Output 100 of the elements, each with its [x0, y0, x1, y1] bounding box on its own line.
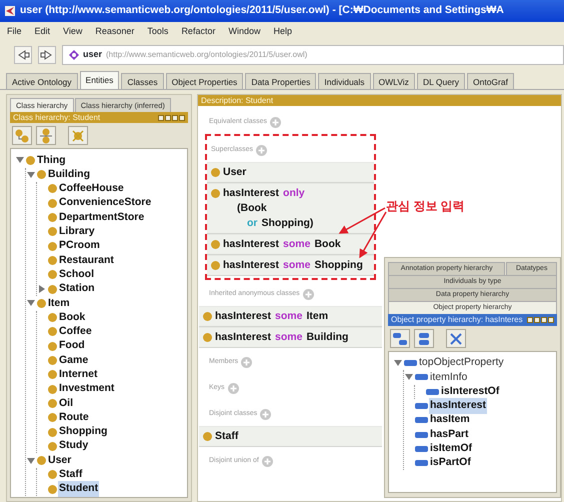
class-expression-row[interactable]: User [207, 162, 374, 183]
menu-item[interactable]: Edit [34, 25, 50, 39]
property-icon [415, 417, 428, 424]
add-subclass-button[interactable] [12, 126, 32, 146]
expression-text: (Book [236, 201, 268, 216]
class-expression-row[interactable]: hasInterest some Building [199, 327, 382, 348]
property-icon [404, 360, 417, 366]
tree-item[interactable]: topObjectProperty [418, 355, 505, 372]
add-sibling-button[interactable] [414, 329, 434, 348]
add-sibling-button[interactable] [36, 126, 56, 146]
add-sibling-icon [38, 128, 54, 144]
property-icon [415, 460, 428, 466]
tab[interactable]: DL Query [416, 73, 465, 89]
collapsed-arrow-icon[interactable] [38, 285, 46, 294]
expanded-arrow-icon[interactable] [405, 373, 413, 382]
tree-item[interactable]: User [47, 452, 72, 469]
tree-item[interactable]: isItemOf [429, 441, 474, 457]
expanded-arrow-icon[interactable] [27, 456, 35, 465]
menu-item[interactable]: Tools [147, 25, 168, 39]
add-subproperty-button[interactable] [390, 329, 410, 348]
annotation-label: 관심 정보 입력 [386, 198, 465, 215]
tree-item[interactable]: Coffee [58, 324, 93, 340]
tree-item[interactable]: Restaurant [58, 252, 115, 268]
tree-item[interactable]: DepartmentStore [58, 210, 146, 226]
tree-item[interactable]: hasItem [429, 412, 471, 428]
expression-text: hasInterest some Item [215, 309, 328, 324]
class-icon [203, 432, 212, 441]
menu-item[interactable]: Window [228, 25, 260, 39]
tab[interactable]: Individuals [318, 73, 371, 89]
class-expression-row[interactable]: hasInterest only (Book or Shopping) [207, 183, 374, 234]
class-expression-row[interactable]: hasInterest some Item [199, 306, 382, 327]
class-expression-row[interactable]: hasInterest some Shopping [207, 255, 374, 276]
delete-icon [70, 128, 86, 144]
tree-item[interactable]: Student [58, 481, 100, 497]
menu-item[interactable]: Refactor [181, 25, 216, 39]
forward-button[interactable] [38, 46, 56, 64]
tab[interactable]: Object Properties [166, 73, 244, 89]
expression-text: User [223, 165, 246, 180]
tab[interactable]: Active Ontology [6, 73, 78, 89]
tab[interactable]: OntoGraf [467, 73, 514, 89]
expanded-arrow-icon[interactable] [16, 156, 24, 164]
tree-item[interactable]: Oil [58, 396, 74, 412]
ontology-iri-field[interactable]: user (http://www.semanticweb.org/ontologies/2011/5/user.owl) [62, 45, 564, 65]
delete-icon [448, 330, 464, 346]
tree-item[interactable]: Book [58, 310, 86, 326]
expression-text: hasInterest some Shopping [223, 258, 363, 273]
ontology-iri: (http://www.semanticweb.org/ontologies/2011/5/user.owl) [106, 49, 308, 61]
tree-item[interactable]: PCroom [58, 238, 101, 254]
expression-text: or Shopping) [246, 216, 314, 231]
tree-item[interactable]: CoffeeHouse [58, 181, 125, 197]
property-icon [426, 388, 439, 395]
tab[interactable]: OWLViz [372, 73, 415, 89]
tree-item[interactable]: Station [58, 281, 96, 297]
tree-item[interactable]: isPartOf [429, 455, 472, 472]
tree-item[interactable]: hasPart [429, 426, 470, 443]
tree-item[interactable]: Item [47, 296, 71, 312]
tree-item[interactable]: Game [58, 352, 90, 368]
expanded-arrow-icon[interactable] [27, 170, 35, 179]
menu-item[interactable]: Help [273, 25, 292, 39]
tree-item[interactable]: Route [58, 410, 90, 426]
tree-item[interactable]: Library [58, 224, 96, 240]
menu-item[interactable]: View [63, 25, 82, 39]
class-icon [203, 333, 212, 342]
ontology-icon [69, 50, 79, 60]
back-button[interactable] [14, 46, 32, 64]
tree-item[interactable]: Thing [36, 152, 67, 168]
panel-title: Object property hierarchy: hasInteres [391, 314, 523, 326]
class-expression-row[interactable]: hasInterest some Book [207, 234, 374, 255]
window-buttons-icon[interactable] [527, 314, 554, 326]
expanded-arrow-icon[interactable] [394, 359, 402, 368]
tree-item[interactable]: Food [58, 338, 86, 354]
delete-button[interactable] [446, 329, 466, 348]
tree-item[interactable]: Building [47, 166, 91, 183]
tree-item[interactable]: Investment [58, 381, 116, 398]
window-buttons-icon[interactable] [158, 112, 185, 124]
tree-item[interactable]: isInterestOf [440, 384, 500, 400]
tab[interactable]: Data Properties [245, 73, 316, 89]
tab[interactable]: Classes [121, 73, 164, 89]
tree-item[interactable]: hasInterest [429, 398, 488, 414]
tree-item[interactable]: Shopping [58, 424, 108, 440]
tab[interactable]: Entities [80, 71, 120, 89]
class-expression-row[interactable]: Staff [199, 426, 382, 447]
menu-item[interactable]: File [7, 25, 22, 39]
class-icon [211, 261, 220, 270]
tree-item[interactable]: Internet [58, 366, 99, 383]
tree-item[interactable]: ConvenienceStore [58, 195, 152, 212]
expression-text: hasInterest only [223, 186, 306, 201]
menu-item[interactable]: Reasoner [95, 25, 134, 39]
tree-item[interactable]: School [58, 266, 96, 283]
class-icon [203, 312, 212, 321]
delete-button[interactable] [68, 126, 88, 146]
tree-item[interactable]: itemInfo [429, 370, 468, 386]
tree-item[interactable]: Staff [58, 467, 84, 483]
property-icon [415, 374, 428, 380]
add-subclass-icon [14, 128, 30, 144]
tree-item[interactable]: Study [58, 438, 90, 454]
add-sibling-icon [416, 330, 432, 346]
expression-text: Staff [215, 429, 238, 444]
panel-title: Class hierarchy: Student [13, 112, 100, 124]
expanded-arrow-icon[interactable] [27, 299, 35, 308]
